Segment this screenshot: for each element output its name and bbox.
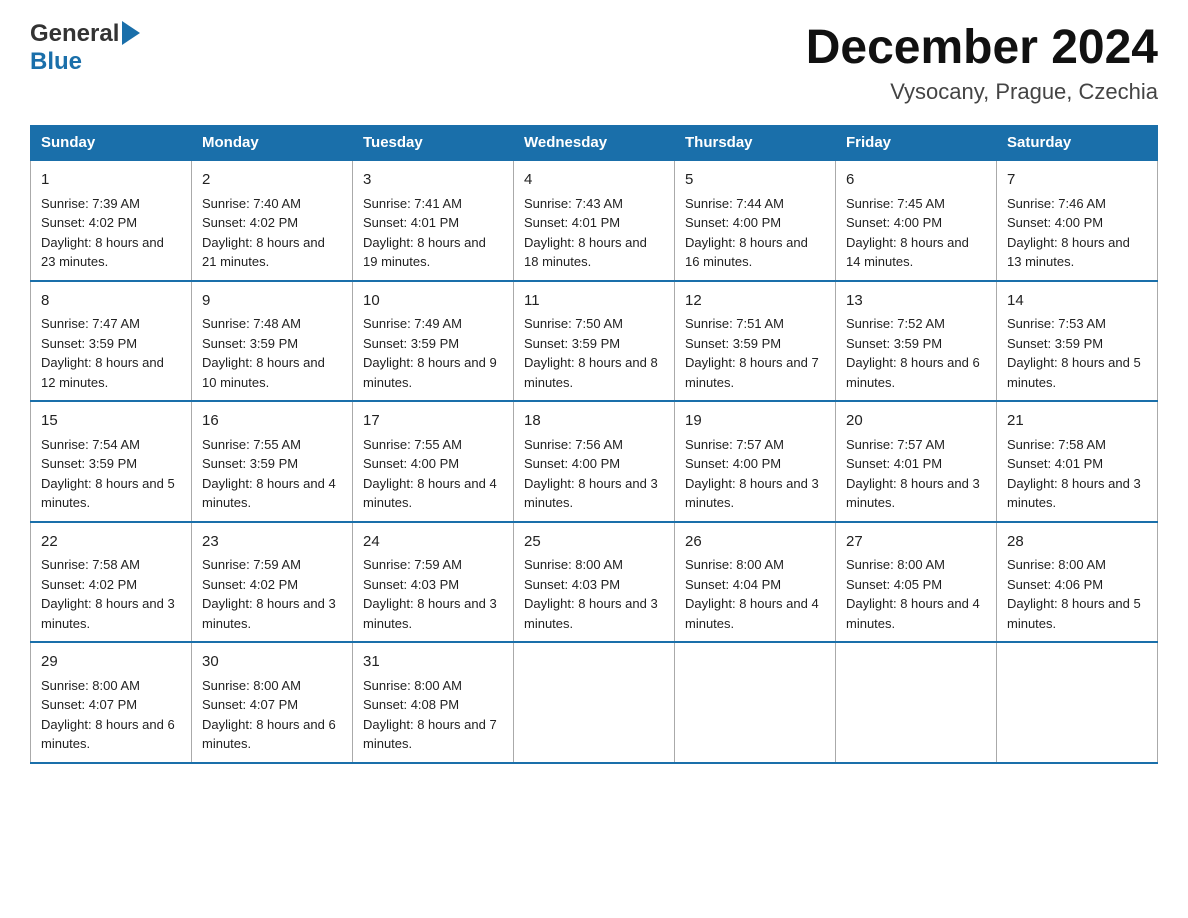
month-title: December 2024: [806, 20, 1158, 75]
calendar-cell: 1Sunrise: 7:39 AMSunset: 4:02 PMDaylight…: [31, 160, 192, 281]
calendar-cell: 18Sunrise: 7:56 AMSunset: 4:00 PMDayligh…: [514, 401, 675, 522]
day-number: 17: [363, 410, 503, 433]
day-number: 21: [1007, 410, 1147, 433]
day-number: 4: [524, 169, 664, 192]
calendar-cell: 11Sunrise: 7:50 AMSunset: 3:59 PMDayligh…: [514, 281, 675, 402]
calendar-cell: 17Sunrise: 7:55 AMSunset: 4:00 PMDayligh…: [353, 401, 514, 522]
day-number: 16: [202, 410, 342, 433]
calendar-cell: 12Sunrise: 7:51 AMSunset: 3:59 PMDayligh…: [675, 281, 836, 402]
day-number: 28: [1007, 531, 1147, 554]
weekday-header-saturday: Saturday: [997, 126, 1158, 161]
weekday-header-thursday: Thursday: [675, 126, 836, 161]
calendar-cell: 4Sunrise: 7:43 AMSunset: 4:01 PMDaylight…: [514, 160, 675, 281]
day-number: 14: [1007, 290, 1147, 313]
day-number: 23: [202, 531, 342, 554]
calendar-cell: 27Sunrise: 8:00 AMSunset: 4:05 PMDayligh…: [836, 522, 997, 643]
calendar-cell: 31Sunrise: 8:00 AMSunset: 4:08 PMDayligh…: [353, 642, 514, 763]
calendar-cell: 30Sunrise: 8:00 AMSunset: 4:07 PMDayligh…: [192, 642, 353, 763]
calendar-cell: [836, 642, 997, 763]
calendar-cell: [997, 642, 1158, 763]
calendar-table: SundayMondayTuesdayWednesdayThursdayFrid…: [30, 125, 1158, 764]
day-number: 31: [363, 651, 503, 674]
calendar-cell: 23Sunrise: 7:59 AMSunset: 4:02 PMDayligh…: [192, 522, 353, 643]
calendar-week-4: 22Sunrise: 7:58 AMSunset: 4:02 PMDayligh…: [31, 522, 1158, 643]
calendar-cell: 29Sunrise: 8:00 AMSunset: 4:07 PMDayligh…: [31, 642, 192, 763]
day-number: 25: [524, 531, 664, 554]
calendar-cell: [675, 642, 836, 763]
calendar-week-2: 8Sunrise: 7:47 AMSunset: 3:59 PMDaylight…: [31, 281, 1158, 402]
calendar-cell: 10Sunrise: 7:49 AMSunset: 3:59 PMDayligh…: [353, 281, 514, 402]
day-number: 18: [524, 410, 664, 433]
calendar-cell: 2Sunrise: 7:40 AMSunset: 4:02 PMDaylight…: [192, 160, 353, 281]
logo-blue: Blue: [30, 48, 82, 76]
weekday-header-wednesday: Wednesday: [514, 126, 675, 161]
title-block: December 2024 Vysocany, Prague, Czechia: [806, 20, 1158, 105]
calendar-cell: 16Sunrise: 7:55 AMSunset: 3:59 PMDayligh…: [192, 401, 353, 522]
calendar-cell: 26Sunrise: 8:00 AMSunset: 4:04 PMDayligh…: [675, 522, 836, 643]
calendar-cell: 19Sunrise: 7:57 AMSunset: 4:00 PMDayligh…: [675, 401, 836, 522]
calendar-cell: 3Sunrise: 7:41 AMSunset: 4:01 PMDaylight…: [353, 160, 514, 281]
calendar-cell: [514, 642, 675, 763]
day-number: 15: [41, 410, 181, 433]
calendar-header-row: SundayMondayTuesdayWednesdayThursdayFrid…: [31, 126, 1158, 161]
day-number: 11: [524, 290, 664, 313]
day-number: 27: [846, 531, 986, 554]
day-number: 1: [41, 169, 181, 192]
calendar-week-3: 15Sunrise: 7:54 AMSunset: 3:59 PMDayligh…: [31, 401, 1158, 522]
calendar-cell: 7Sunrise: 7:46 AMSunset: 4:00 PMDaylight…: [997, 160, 1158, 281]
day-number: 10: [363, 290, 503, 313]
weekday-header-sunday: Sunday: [31, 126, 192, 161]
calendar-cell: 22Sunrise: 7:58 AMSunset: 4:02 PMDayligh…: [31, 522, 192, 643]
day-number: 5: [685, 169, 825, 192]
day-number: 22: [41, 531, 181, 554]
day-number: 24: [363, 531, 503, 554]
calendar-cell: 20Sunrise: 7:57 AMSunset: 4:01 PMDayligh…: [836, 401, 997, 522]
day-number: 19: [685, 410, 825, 433]
weekday-header-friday: Friday: [836, 126, 997, 161]
day-number: 9: [202, 290, 342, 313]
day-number: 8: [41, 290, 181, 313]
day-number: 29: [41, 651, 181, 674]
weekday-header-monday: Monday: [192, 126, 353, 161]
calendar-week-1: 1Sunrise: 7:39 AMSunset: 4:02 PMDaylight…: [31, 160, 1158, 281]
calendar-cell: 9Sunrise: 7:48 AMSunset: 3:59 PMDaylight…: [192, 281, 353, 402]
calendar-week-5: 29Sunrise: 8:00 AMSunset: 4:07 PMDayligh…: [31, 642, 1158, 763]
location-subtitle: Vysocany, Prague, Czechia: [806, 79, 1158, 105]
logo: General Blue: [30, 20, 140, 76]
page-header: General Blue December 2024 Vysocany, Pra…: [30, 20, 1158, 105]
calendar-cell: 5Sunrise: 7:44 AMSunset: 4:00 PMDaylight…: [675, 160, 836, 281]
day-number: 26: [685, 531, 825, 554]
logo-general: General: [30, 20, 119, 48]
day-number: 12: [685, 290, 825, 313]
weekday-header-tuesday: Tuesday: [353, 126, 514, 161]
logo-arrow-icon: [122, 21, 140, 45]
day-number: 2: [202, 169, 342, 192]
day-number: 20: [846, 410, 986, 433]
day-number: 6: [846, 169, 986, 192]
day-number: 30: [202, 651, 342, 674]
calendar-cell: 24Sunrise: 7:59 AMSunset: 4:03 PMDayligh…: [353, 522, 514, 643]
calendar-cell: 6Sunrise: 7:45 AMSunset: 4:00 PMDaylight…: [836, 160, 997, 281]
calendar-cell: 14Sunrise: 7:53 AMSunset: 3:59 PMDayligh…: [997, 281, 1158, 402]
calendar-cell: 15Sunrise: 7:54 AMSunset: 3:59 PMDayligh…: [31, 401, 192, 522]
day-number: 7: [1007, 169, 1147, 192]
day-number: 3: [363, 169, 503, 192]
calendar-cell: 21Sunrise: 7:58 AMSunset: 4:01 PMDayligh…: [997, 401, 1158, 522]
calendar-cell: 25Sunrise: 8:00 AMSunset: 4:03 PMDayligh…: [514, 522, 675, 643]
calendar-cell: 28Sunrise: 8:00 AMSunset: 4:06 PMDayligh…: [997, 522, 1158, 643]
calendar-cell: 8Sunrise: 7:47 AMSunset: 3:59 PMDaylight…: [31, 281, 192, 402]
calendar-cell: 13Sunrise: 7:52 AMSunset: 3:59 PMDayligh…: [836, 281, 997, 402]
day-number: 13: [846, 290, 986, 313]
